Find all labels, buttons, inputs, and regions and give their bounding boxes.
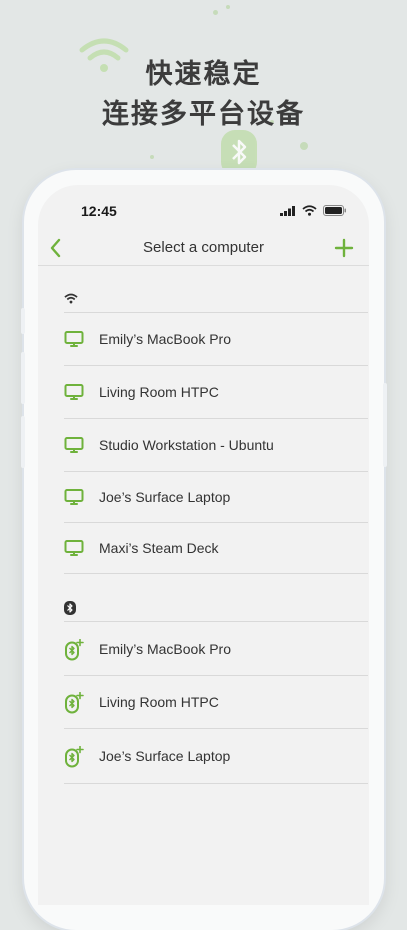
phone-volume-down bbox=[21, 416, 25, 468]
battery-icon bbox=[323, 205, 346, 216]
signal-icon bbox=[280, 205, 295, 216]
list-item[interactable]: Living Room HTPC bbox=[64, 675, 368, 729]
bluetooth-mouse-icon bbox=[64, 745, 84, 768]
phone-mute-switch bbox=[21, 308, 25, 334]
list-item[interactable]: Joe’s Surface Laptop bbox=[64, 729, 368, 784]
list-item-label: Emily’s MacBook Pro bbox=[99, 640, 232, 657]
bluetooth-mouse-icon bbox=[64, 638, 84, 660]
phone-volume-up bbox=[21, 352, 25, 404]
monitor-icon bbox=[64, 487, 84, 507]
list-item-label: Maxi’s Steam Deck bbox=[99, 540, 219, 556]
list-item[interactable]: Maxi’s Steam Deck bbox=[64, 523, 368, 574]
list-item[interactable]: Living Room HTPC bbox=[64, 365, 368, 419]
wifi-status-icon bbox=[302, 205, 317, 216]
monitor-icon bbox=[64, 538, 84, 558]
list-item[interactable]: Joe’s Surface Laptop bbox=[64, 472, 368, 523]
monitor-icon bbox=[64, 329, 84, 349]
wifi-icon bbox=[64, 293, 78, 304]
monitor-icon bbox=[64, 435, 84, 455]
bluetooth-mouse-icon bbox=[64, 691, 84, 713]
nav-bar: Select a computer bbox=[38, 231, 369, 266]
list-item-label: Joe’s Surface Laptop bbox=[99, 748, 231, 764]
list-item-label: Living Room HTPC bbox=[99, 383, 219, 400]
page-title: Select a computer bbox=[143, 239, 264, 256]
list-item-label: Emily’s MacBook Pro bbox=[99, 331, 232, 347]
app-screen: 12:45 Select a computer Emily’s MacBook … bbox=[38, 185, 369, 905]
status-bar: 12:45 bbox=[38, 185, 369, 233]
phone-power-button bbox=[383, 383, 387, 467]
list-item[interactable]: Emily’s MacBook Pro bbox=[64, 312, 368, 366]
plus-icon[interactable] bbox=[331, 235, 357, 261]
list-item-label: Joe’s Surface Laptop bbox=[99, 489, 231, 505]
headline-line2: 连接多平台设备 bbox=[102, 99, 305, 130]
bluetooth-icon bbox=[64, 601, 76, 615]
monitor-icon bbox=[64, 382, 84, 402]
list-item[interactable]: Emily’s MacBook Pro bbox=[64, 621, 368, 676]
list-item-label: Living Room HTPC bbox=[99, 693, 219, 710]
list-item-label: Studio Workstation - Ubuntu bbox=[99, 437, 274, 453]
list-item[interactable]: Studio Workstation - Ubuntu bbox=[64, 419, 368, 472]
headline-line1: 快速稳定 bbox=[145, 59, 262, 90]
status-time: 12:45 bbox=[81, 203, 117, 219]
